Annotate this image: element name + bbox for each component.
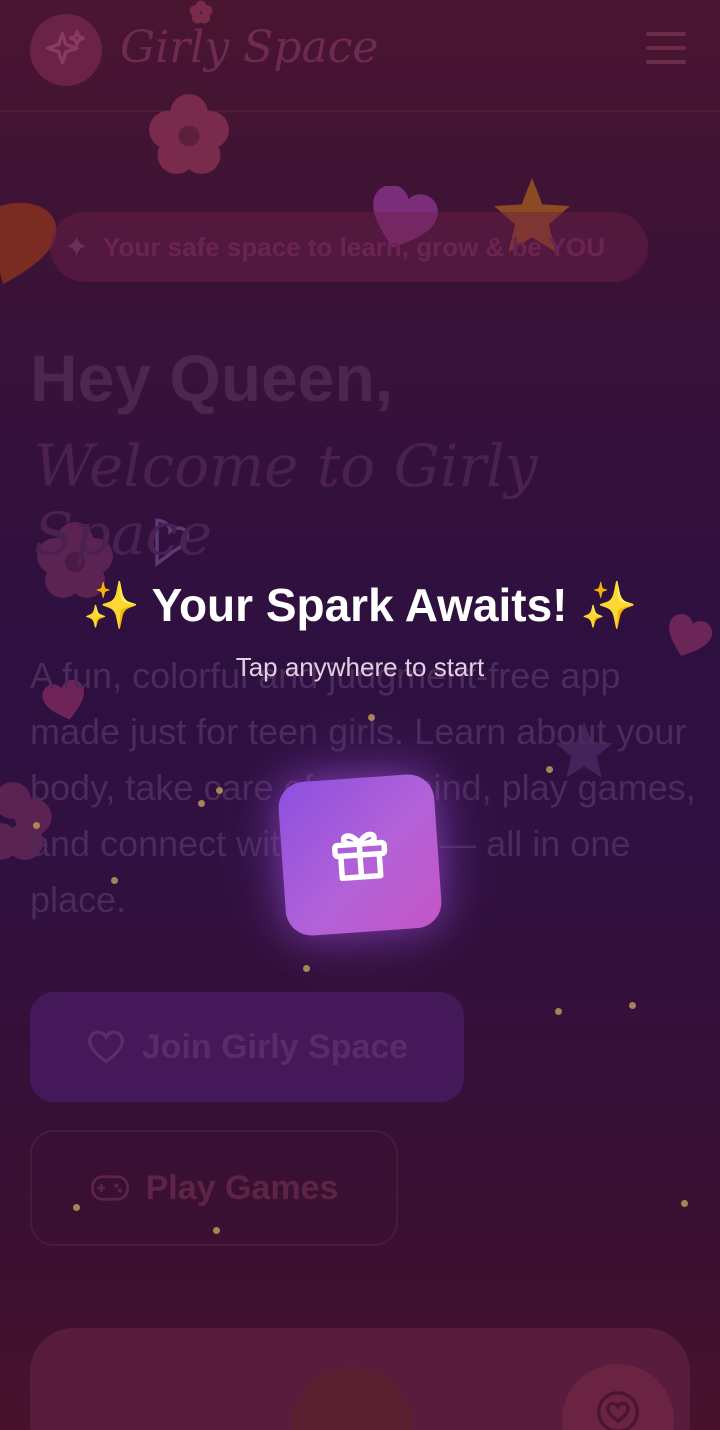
sparkle-dot — [33, 822, 40, 829]
sparkle-dot — [629, 1002, 636, 1009]
gift-button[interactable] — [276, 772, 444, 938]
sparkle-dot — [198, 800, 205, 807]
sparkles-emoji-left: ✨ — [82, 579, 140, 631]
sparkle-dot — [368, 714, 375, 721]
spark-overlay[interactable]: ✨ Your Spark Awaits! ✨ Tap anywhere to s… — [0, 0, 720, 1430]
sparkle-dot — [73, 1204, 80, 1211]
sparkle-dot — [111, 877, 118, 884]
sparkle-dot — [555, 1008, 562, 1015]
sparkle-dot — [216, 787, 223, 794]
sparkle-dot — [546, 766, 553, 773]
overlay-title: ✨ Your Spark Awaits! ✨ — [0, 578, 720, 633]
sparkle-dot — [303, 965, 310, 972]
overlay-subtitle: Tap anywhere to start — [235, 652, 485, 682]
overlay-title-text: Your Spark Awaits! — [151, 579, 568, 631]
sparkles-emoji-right: ✨ — [580, 579, 638, 631]
sparkle-dot — [681, 1200, 688, 1207]
sparkle-dot — [213, 1227, 220, 1234]
gift-icon — [331, 831, 388, 882]
